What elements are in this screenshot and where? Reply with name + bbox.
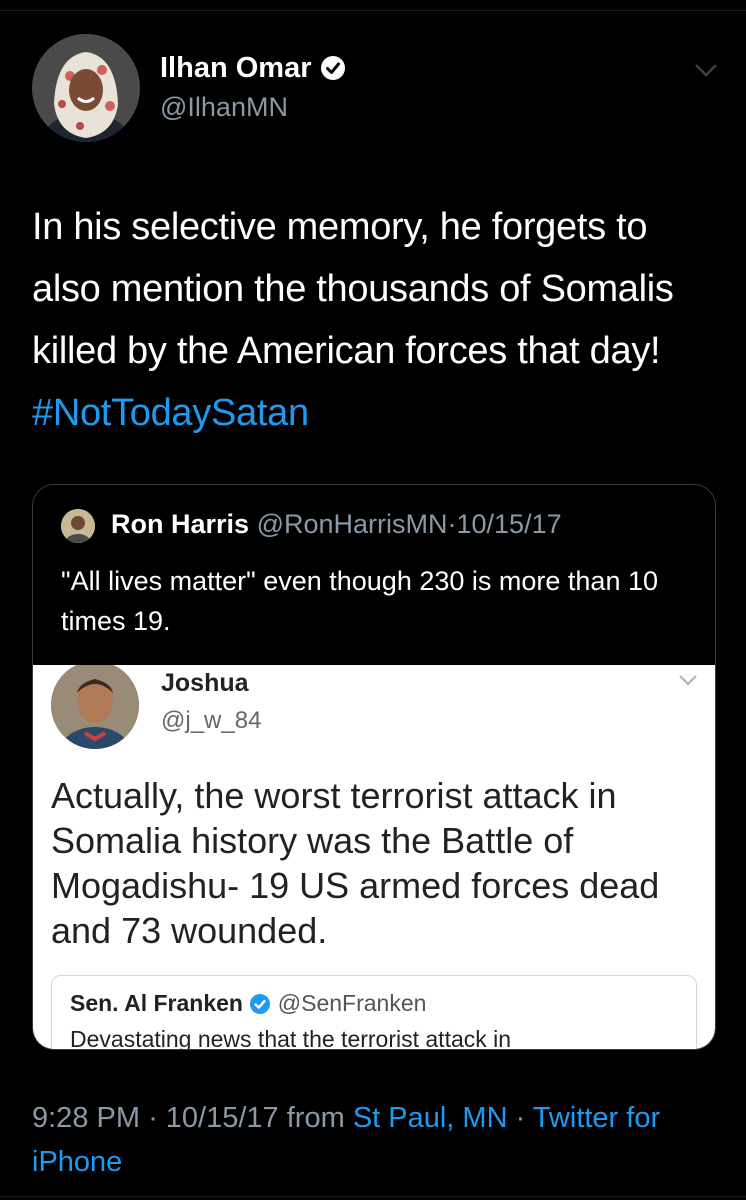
verified-badge-icon	[250, 994, 271, 1014]
tweet-meta: 9:28 PM · 10/15/17 from St Paul, MN · Tw…	[32, 1096, 722, 1184]
nested-quote-handle: @SenFranken	[277, 990, 427, 1016]
avatar-photo-icon	[51, 665, 139, 749]
quoted-separator: ·	[447, 509, 457, 539]
chevron-down-icon	[679, 675, 697, 686]
bottom-divider	[0, 1196, 746, 1197]
nested-quote-name: Sen. Al Franken	[70, 990, 243, 1016]
nested-quote-text: Devastating news that the terrorist atta…	[70, 1026, 512, 1049]
author-handle[interactable]: @IlhanMN	[160, 92, 288, 123]
top-divider	[0, 10, 746, 11]
quoted-header: Ron Harris @RonHarrisMN·10/15/17	[111, 509, 562, 540]
meta-separator: ·	[148, 1102, 158, 1134]
from-label: from	[286, 1102, 345, 1134]
quoted-handle[interactable]: @RonHarrisMN	[257, 509, 448, 539]
screenshot-handle: @j_w_84	[161, 707, 262, 734]
quoted-date: 10/15/17	[456, 509, 562, 539]
avatar-photo-icon	[61, 509, 95, 543]
screenshot-nested-quote: Sen. Al Franken @SenFranken Devastating …	[51, 975, 697, 1049]
quoted-avatar[interactable]	[61, 509, 95, 543]
screenshot-name: Joshua	[161, 669, 249, 697]
screenshot-text: Actually, the worst terrorist attack in …	[51, 775, 660, 951]
hashtag-link[interactable]: #NotTodaySatan	[32, 392, 309, 434]
tweet-text: In his selective memory, he forgets to a…	[32, 196, 722, 444]
author-name-row[interactable]: Ilhan Omar	[160, 52, 346, 89]
verified-badge-icon	[320, 55, 346, 89]
quoted-name[interactable]: Ron Harris	[111, 509, 249, 539]
embedded-screenshot[interactable]: Joshua @j_w_84 Actually, the worst terro…	[33, 665, 715, 1049]
quoted-text: "All lives matter" even though 230 is mo…	[61, 566, 658, 636]
screenshot-avatar	[51, 665, 139, 749]
quoted-tweet-card[interactable]: Ron Harris @RonHarrisMN·10/15/17 "All li…	[32, 484, 716, 1050]
meta-separator-2: ·	[515, 1102, 526, 1134]
author-name[interactable]: Ilhan Omar	[160, 52, 312, 84]
author-avatar[interactable]	[32, 34, 140, 142]
location-link[interactable]: St Paul, MN	[353, 1102, 508, 1134]
tweet-time: 9:28 PM	[32, 1102, 140, 1134]
nested-quote-header: Sen. Al Franken @SenFranken	[70, 990, 426, 1017]
avatar-photo-icon	[32, 34, 140, 142]
chevron-down-icon[interactable]	[692, 60, 720, 80]
tweet-date: 10/15/17	[165, 1102, 279, 1134]
tweet-body: In his selective memory, he forgets to a…	[32, 206, 674, 372]
